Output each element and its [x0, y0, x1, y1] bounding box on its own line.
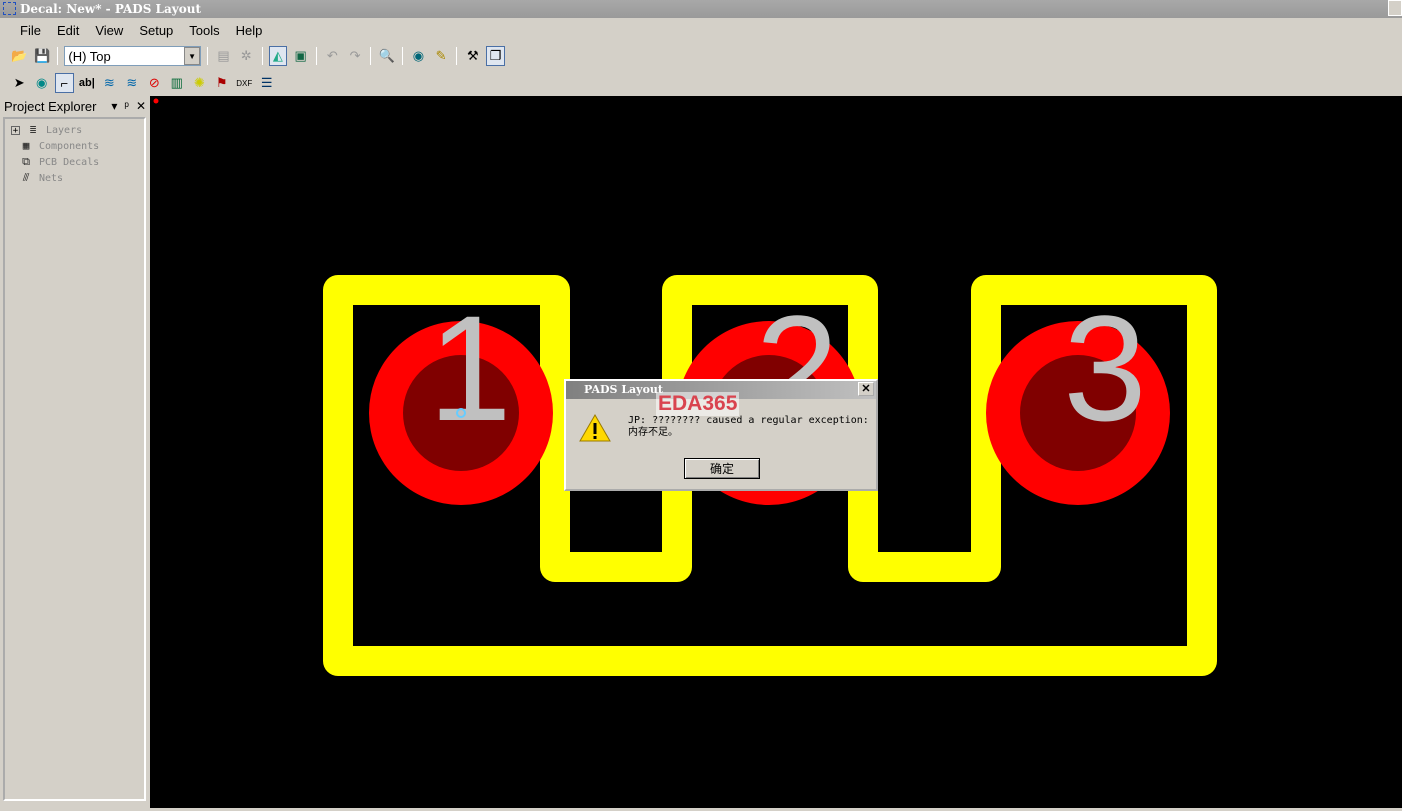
pin-icon[interactable]: ᵖ — [124, 99, 129, 113]
separator — [402, 47, 404, 65]
2d-line-icon[interactable]: ⌐ — [54, 73, 74, 93]
warning-icon — [579, 413, 611, 442]
assign-icon[interactable]: ⚑ — [213, 73, 231, 93]
dialog-close-button[interactable]: ✕ — [858, 382, 874, 396]
tree-label: PCB Decals — [39, 156, 100, 168]
undo-icon[interactable]: ↶ — [323, 46, 342, 66]
panel-title: Project Explorer — [4, 98, 97, 114]
standard-toolbar: 📂 💾 (H) Top ▼ ▤ ✲ ◭ ▣ ↶ ↷ 🔍 ◉ ✎ ⚒ ❐ — [0, 43, 505, 69]
dialog-message: JP: ???????? caused a regular exception: — [628, 415, 869, 426]
decal-wizard-icon[interactable]: ▣ — [291, 46, 310, 66]
layers-icon: ≣ — [29, 123, 37, 136]
terminal-icon[interactable]: ◉ — [32, 73, 50, 93]
menu-file[interactable]: File — [20, 23, 41, 38]
separator — [261, 47, 263, 65]
separator — [57, 47, 59, 65]
library-icon[interactable]: ▥ — [168, 73, 186, 93]
drafting-toolbar-icon[interactable]: ◭ — [268, 46, 288, 66]
project-explorer-icon[interactable]: ❐ — [486, 46, 505, 66]
tool-icon[interactable]: ⚒ — [463, 46, 482, 66]
tree-label: Components — [39, 140, 100, 152]
expand-icon[interactable]: + — [11, 125, 20, 135]
menu-view[interactable]: View — [95, 23, 123, 38]
pcb-decal-icon: ⧉ — [22, 155, 30, 168]
watermark: EDA365 — [656, 392, 740, 416]
properties-icon[interactable]: ▤ — [214, 46, 233, 66]
select-arrow-icon[interactable]: ➤ — [10, 73, 28, 93]
text-icon[interactable]: ab| — [78, 73, 96, 93]
menu-edit[interactable]: Edit — [57, 23, 79, 38]
window-control-button[interactable] — [1388, 0, 1402, 16]
menu-setup[interactable]: Setup — [139, 23, 173, 38]
dialog-title: PADS Layout — [584, 383, 663, 396]
separator — [207, 47, 209, 65]
list-icon[interactable]: ☰ — [257, 73, 275, 93]
window-titlebar: Decal: New* - PADS Layout — [0, 0, 1402, 18]
app-icon — [3, 2, 16, 15]
layer-select-value: (H) Top — [68, 48, 111, 64]
tree-item-nets[interactable]: ⫻ Nets — [17, 171, 63, 185]
close-icon[interactable]: ✕ — [136, 99, 146, 113]
display-control-icon[interactable]: ◉ — [409, 46, 428, 66]
pin-label: 1 — [428, 284, 511, 452]
redraw-brush-icon[interactable]: ✎ — [432, 46, 451, 66]
drafting-toolbar: ➤ ◉ ⌐ ab| ≋ ≋ ⊘ ▥ ✺ ⚑ DXF ☰ — [0, 70, 276, 96]
wizard-icon[interactable]: ✺ — [190, 73, 208, 93]
open-folder-icon[interactable]: 📂 — [10, 46, 29, 66]
pin-label: 3 — [1063, 284, 1146, 452]
project-explorer-panel: Project Explorer ▾ ᵖ ✕ + ≣ Layers ▦ Component… — [0, 96, 150, 808]
layer-select[interactable]: (H) Top ▼ — [64, 46, 202, 66]
tree-label: Layers — [46, 124, 83, 136]
keepout-icon[interactable]: ⊘ — [145, 73, 163, 93]
save-icon[interactable]: 💾 — [33, 46, 52, 66]
components-icon: ▦ — [22, 139, 30, 152]
menu-tools[interactable]: Tools — [189, 23, 219, 38]
tree-item-layers[interactable]: + ≣ Layers — [11, 123, 82, 137]
tree-item-components[interactable]: ▦ Components — [17, 139, 100, 153]
nets-icon: ⫻ — [22, 171, 30, 184]
copper-icon[interactable]: ≋ — [100, 73, 118, 93]
zoom-icon[interactable]: 🔍 — [377, 46, 396, 66]
chevron-down-icon[interactable]: ▼ — [184, 47, 201, 65]
window-title: Decal: New* - PADS Layout — [20, 2, 202, 16]
dxf-icon[interactable]: DXF — [235, 73, 253, 93]
copper-cutout-icon[interactable]: ≋ — [123, 73, 141, 93]
separator — [370, 47, 372, 65]
dropdown-icon[interactable]: ▾ — [111, 99, 117, 113]
ok-button[interactable]: 确定 — [684, 458, 760, 479]
separator — [316, 47, 318, 65]
menu-bar: File Edit View Setup Tools Help — [0, 19, 1402, 41]
separator — [456, 47, 458, 65]
redo-icon[interactable]: ↷ — [346, 46, 365, 66]
menu-help[interactable]: Help — [236, 23, 263, 38]
origin-marker — [153, 98, 159, 104]
project-tree: + ≣ Layers ▦ Components ⧉ PCB Decals ⫻ Nets — [3, 117, 146, 801]
refresh-icon[interactable]: ✲ — [237, 46, 256, 66]
dialog-message-detail: 内存不足。 — [628, 427, 678, 438]
tree-item-pcb-decals[interactable]: ⧉ PCB Decals — [17, 155, 99, 169]
tree-label: Nets — [39, 172, 64, 184]
